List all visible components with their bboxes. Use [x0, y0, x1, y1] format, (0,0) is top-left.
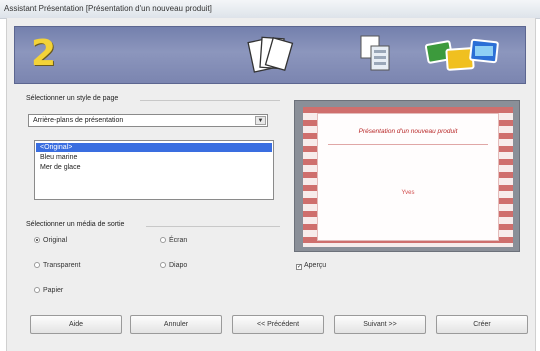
preview-slide-subtitle: Yves	[401, 190, 415, 196]
radio-dot	[160, 237, 166, 243]
list-item[interactable]: Bleu marine	[36, 153, 272, 162]
cancel-button[interactable]: Annuler	[130, 315, 222, 334]
radio-transparent[interactable]: Transparent	[34, 262, 80, 269]
radio-dot	[160, 262, 166, 268]
help-button[interactable]: Aide	[30, 315, 122, 334]
previous-button[interactable]: << Précédent	[232, 315, 324, 334]
preview-title-underline	[328, 144, 488, 145]
checkbox-check-icon: ✓	[296, 264, 303, 270]
photo-cards-icon	[423, 33, 503, 79]
page-style-list[interactable]: <Original> Bleu marine Mer de glace	[34, 140, 274, 200]
list-item[interactable]: <Original>	[36, 143, 272, 152]
step-number: 2	[31, 33, 57, 74]
radio-papier-label: Papier	[43, 287, 64, 294]
output-medium-group-divider	[146, 226, 280, 227]
list-item[interactable]: Mer de glace	[36, 163, 272, 172]
next-button[interactable]: Suivant >>	[334, 315, 426, 334]
radio-dot	[34, 262, 40, 268]
create-button[interactable]: Créer	[436, 315, 528, 334]
page-style-group-label: Sélectionner un style de page	[26, 95, 119, 102]
preview-checkbox-label: Aperçu	[304, 262, 327, 269]
radio-original[interactable]: Original	[34, 237, 67, 244]
preview-slide: Présentation d'un nouveau produit Yves	[303, 107, 513, 247]
radio-diapo-label: Diapo	[169, 262, 188, 269]
preview-slide-title: Présentation d'un nouveau produit	[358, 128, 458, 135]
page-style-group-divider	[140, 100, 280, 101]
radio-papier[interactable]: Papier	[34, 287, 63, 294]
radio-dot	[34, 237, 40, 243]
radio-diapo[interactable]: Diapo	[160, 262, 187, 269]
radio-ecran-label: Écran	[169, 237, 188, 244]
slide-copies-icon	[355, 32, 395, 80]
window-title: Assistant Présentation [Présentation d'u…	[4, 4, 212, 13]
page-style-category-select[interactable]: Arrière-plans de présentation ▼	[28, 114, 268, 127]
chevron-down-icon[interactable]: ▼	[255, 116, 266, 125]
radio-original-label: Original	[43, 237, 68, 244]
preview-checkbox[interactable]: ✓ Aperçu	[296, 262, 326, 270]
pages-fan-icon	[247, 32, 295, 80]
preview-slide-content: Présentation d'un nouveau produit Yves	[317, 113, 499, 241]
radio-transparent-label: Transparent	[43, 262, 81, 269]
page-style-category-value: Arrière-plans de présentation	[33, 117, 124, 124]
preview-frame: Présentation d'un nouveau produit Yves	[294, 100, 520, 252]
output-medium-group-label: Sélectionner un média de sortie	[26, 221, 125, 228]
wizard-banner: 2	[14, 26, 526, 84]
radio-dot	[34, 287, 40, 293]
radio-ecran[interactable]: Écran	[160, 237, 187, 244]
title-bar: Assistant Présentation [Présentation d'u…	[0, 0, 540, 19]
